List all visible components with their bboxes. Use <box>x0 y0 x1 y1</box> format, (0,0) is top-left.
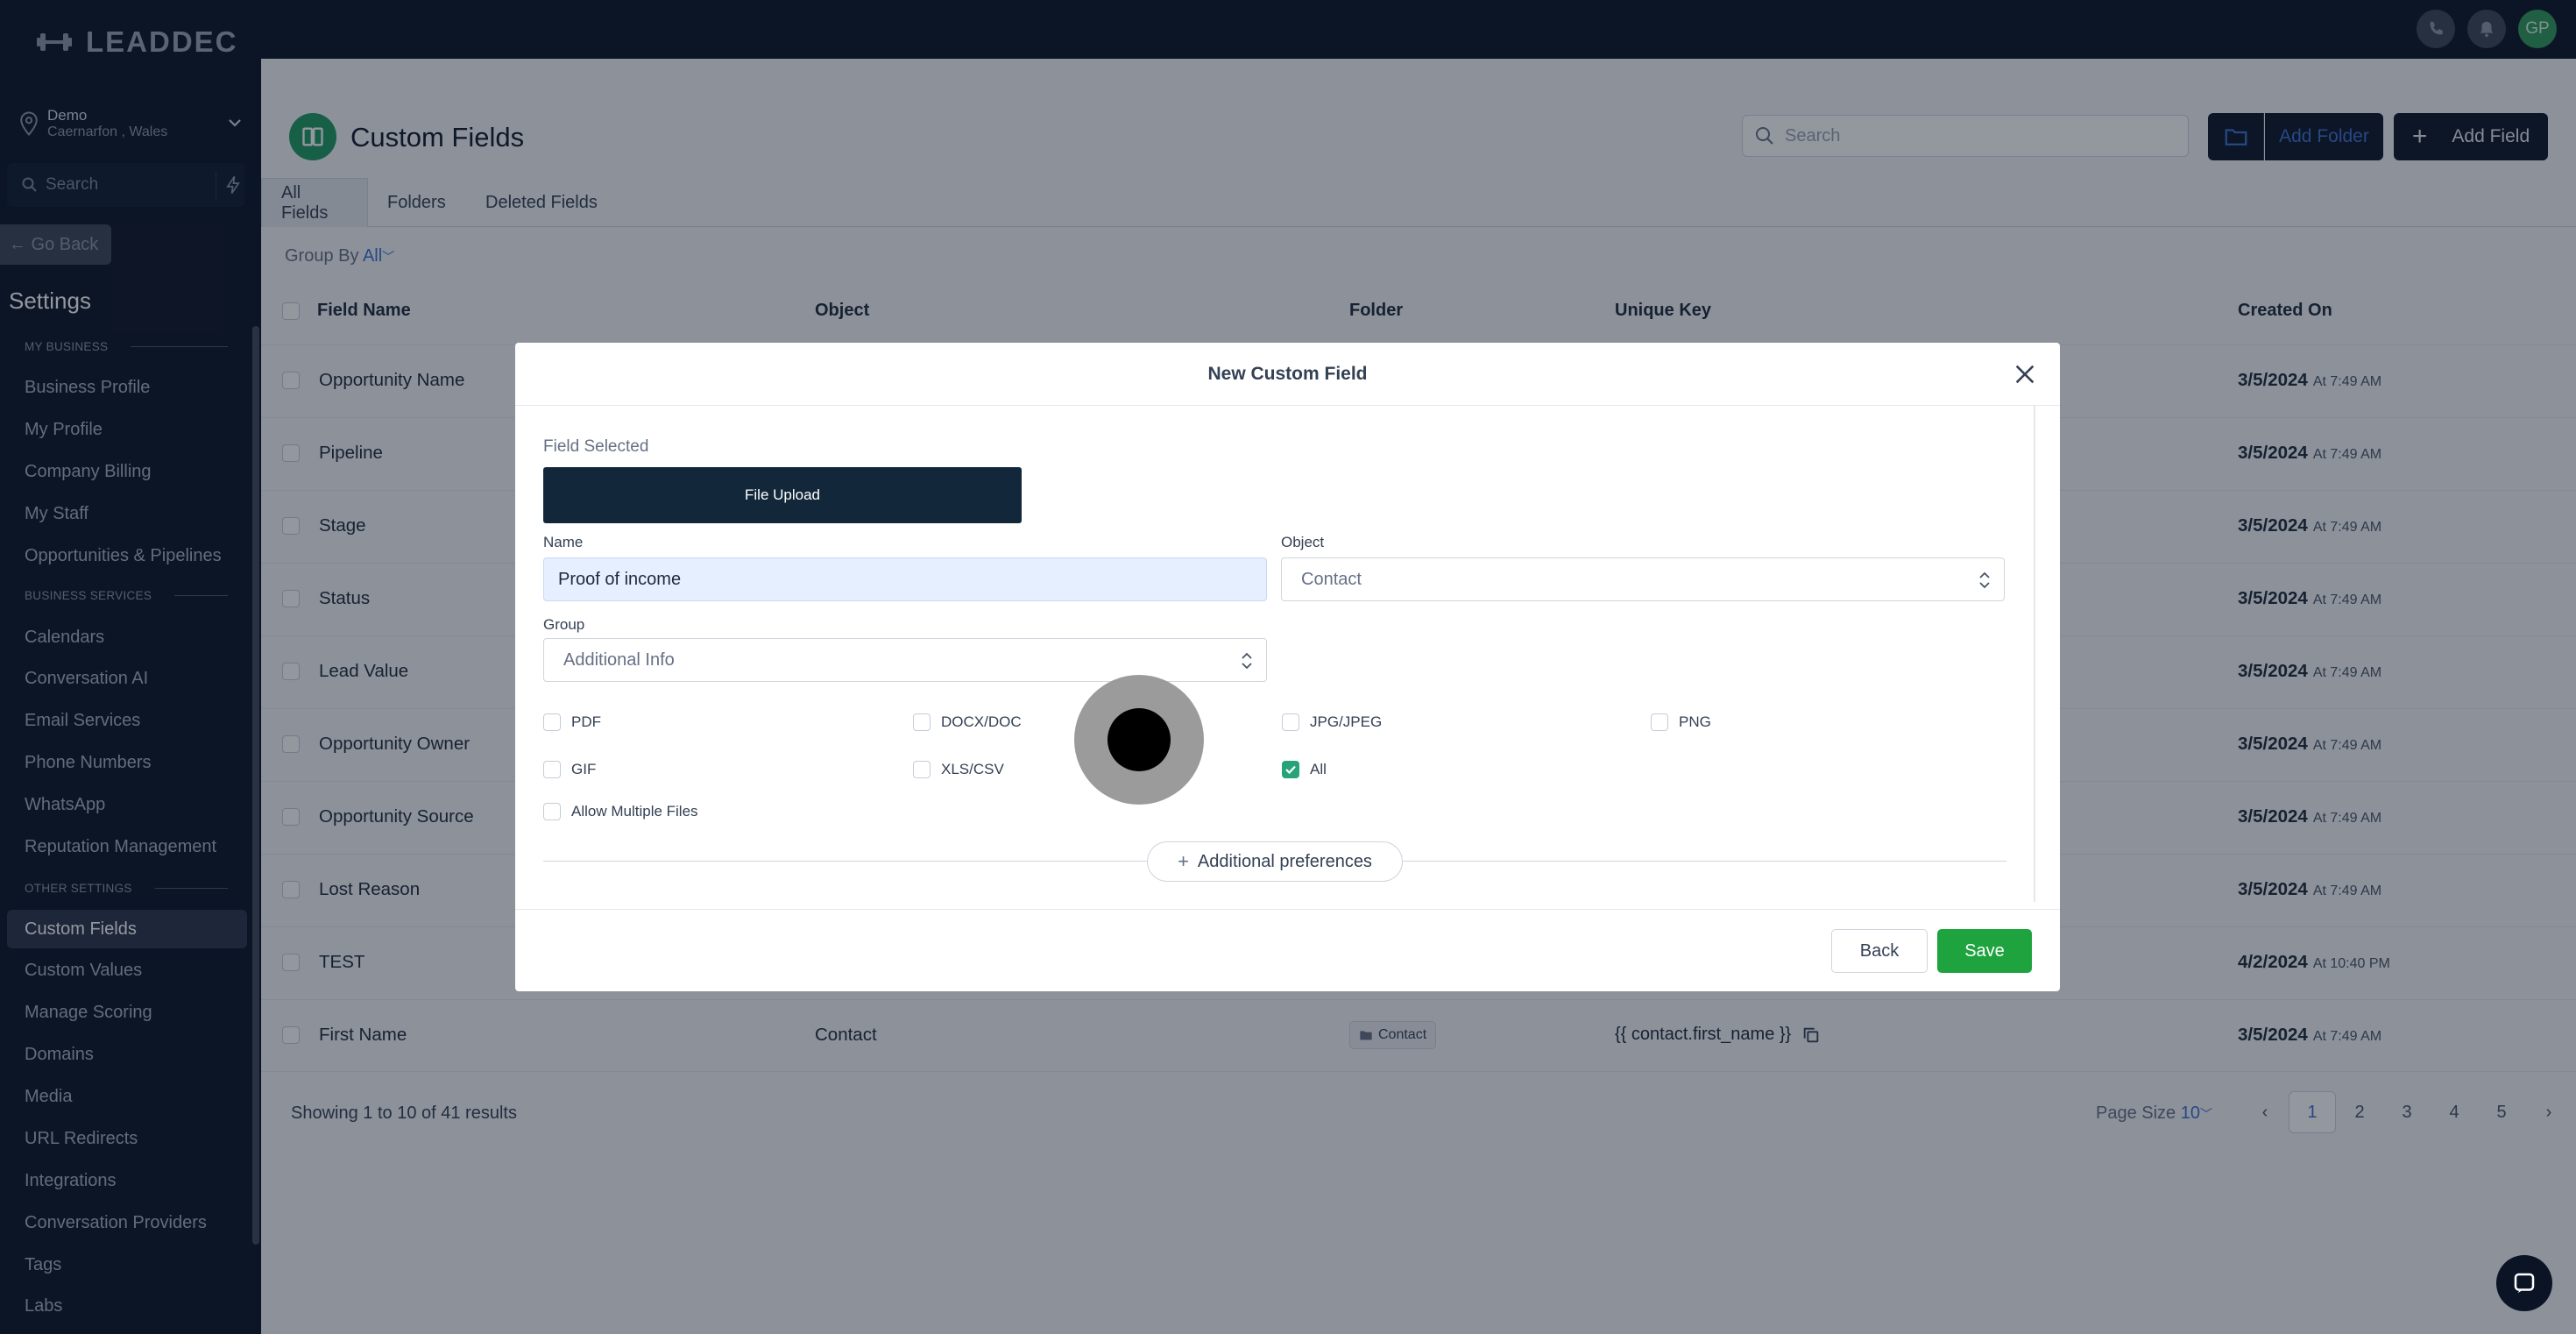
filetype-jpg-checkbox[interactable]: JPG/JPEG <box>1282 713 1382 731</box>
name-input[interactable]: Proof of income <box>543 557 1267 601</box>
group-label: Group <box>543 616 585 633</box>
chat-icon <box>2514 1273 2535 1294</box>
modal-footer: Back Save <box>515 909 2060 991</box>
field-selected-label: Field Selected <box>543 437 649 456</box>
close-icon[interactable] <box>2013 362 2037 387</box>
back-button[interactable]: Back <box>1831 929 1928 973</box>
checkbox-box[interactable] <box>543 761 561 778</box>
group-select[interactable]: Additional Info <box>543 638 1267 682</box>
plus-icon: + <box>1178 850 1189 872</box>
select-arrows-icon <box>1979 571 1990 589</box>
additional-preferences-button[interactable]: + Additional preferences <box>1147 841 1403 882</box>
checkbox-box[interactable] <box>913 761 931 778</box>
modal-title: New Custom Field <box>515 343 2060 406</box>
filetype-xls-checkbox[interactable]: XLS/CSV <box>913 761 1004 778</box>
new-custom-field-modal: New Custom Field Field Selected File Upl… <box>515 343 2060 991</box>
checkbox-box[interactable] <box>1651 713 1668 731</box>
checkbox-box[interactable] <box>543 713 561 731</box>
filetype-pdf-checkbox[interactable]: PDF <box>543 713 601 731</box>
field-type-file-upload[interactable]: File Upload <box>543 467 1022 523</box>
filetype-png-checkbox[interactable]: PNG <box>1651 713 1711 731</box>
object-select[interactable]: Contact <box>1281 557 2005 601</box>
click-indicator <box>1074 675 1204 805</box>
checkbox-box[interactable] <box>543 803 561 820</box>
checkbox-box[interactable] <box>913 713 931 731</box>
chat-widget-button[interactable] <box>2496 1255 2552 1311</box>
save-button[interactable]: Save <box>1937 929 2032 973</box>
filetype-gif-checkbox[interactable]: GIF <box>543 761 596 778</box>
filetype-docx-checkbox[interactable]: DOCX/DOC <box>913 713 1022 731</box>
check-icon <box>1285 765 1296 775</box>
select-arrows-icon <box>1242 652 1252 670</box>
name-label: Name <box>543 534 584 550</box>
filetype-all-checkbox[interactable]: All <box>1282 761 1327 778</box>
allow-multiple-files-checkbox[interactable]: Allow Multiple Files <box>543 803 698 820</box>
checkbox-box[interactable] <box>1282 713 1299 731</box>
modal-scrollbar[interactable] <box>2034 406 2035 902</box>
object-label: Object <box>1281 534 1325 550</box>
checkbox-box-checked[interactable] <box>1282 761 1299 778</box>
